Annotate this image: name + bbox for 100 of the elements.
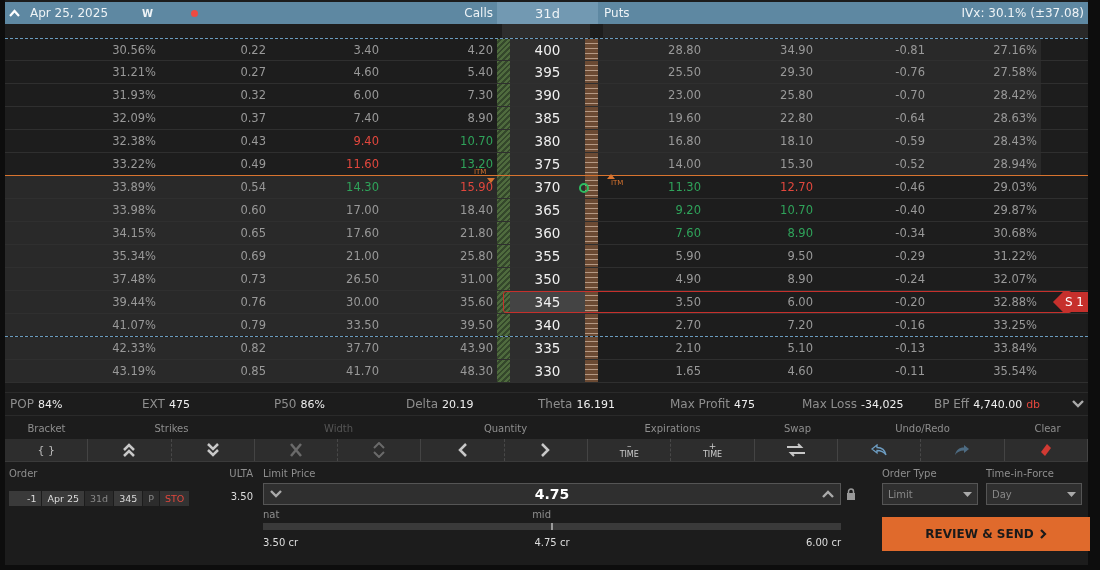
chevron-down-icon[interactable] xyxy=(1072,400,1084,408)
strike-cell[interactable]: 330 xyxy=(510,360,585,382)
call-strip xyxy=(497,107,510,129)
put-cell: 25.50 xyxy=(668,66,701,78)
put-cell: 32.88% xyxy=(993,296,1037,308)
order-leg-chip: -1 xyxy=(9,491,42,506)
call-cell: 32.09% xyxy=(112,112,156,124)
put-cell: 33.25% xyxy=(993,319,1037,331)
ruler-strip xyxy=(585,130,598,152)
ruler-strip xyxy=(585,61,598,83)
stat-value: 16.191 xyxy=(576,398,615,411)
far-price: 6.00 cr xyxy=(805,537,841,548)
put-cell: 18.10 xyxy=(780,135,813,147)
stat-value: 20.19 xyxy=(442,398,474,411)
strike-cell[interactable]: 390 xyxy=(510,84,585,106)
call-cell: 4.20 xyxy=(467,43,493,56)
put-cell: 8.90 xyxy=(787,273,813,285)
ruler-strip xyxy=(585,360,598,382)
put-cell: 10.70 xyxy=(780,204,813,216)
put-cell: 34.90 xyxy=(780,43,813,56)
order-label: Order xyxy=(9,468,39,479)
lock-icon[interactable] xyxy=(846,488,856,500)
call-strip xyxy=(497,61,510,83)
put-cell: -0.34 xyxy=(895,227,925,239)
strike-cell[interactable]: 380 xyxy=(510,130,585,152)
days-to-expiration: 31d xyxy=(535,5,560,21)
chevron-down-icon[interactable] xyxy=(270,490,282,498)
put-cell: -0.24 xyxy=(895,273,925,285)
strike-cell[interactable]: 385 xyxy=(510,107,585,129)
put-cell: 25.80 xyxy=(780,89,813,101)
chevron-up-icon[interactable] xyxy=(822,490,834,498)
order-type-dropdown[interactable]: Limit xyxy=(882,483,978,505)
put-cell: 9.20 xyxy=(675,204,701,216)
call-cell: 31.93% xyxy=(112,89,156,101)
call-cell: 35.60 xyxy=(460,296,493,308)
limit-price-field[interactable]: 4.75 xyxy=(263,483,841,505)
stat-value: 84% xyxy=(37,398,63,411)
stat-label: Max Loss xyxy=(802,397,857,411)
strike-cell[interactable]: 370 xyxy=(510,176,585,198)
strike-cell[interactable]: 375 xyxy=(510,153,585,175)
put-cell: 32.07% xyxy=(993,273,1037,285)
call-cell: 0.76 xyxy=(240,296,266,308)
call-cell: 0.69 xyxy=(240,250,266,262)
put-cell: 28.80 xyxy=(668,43,701,56)
strike-cell[interactable]: 360 xyxy=(510,222,585,244)
price-slider[interactable] xyxy=(263,523,841,530)
strike-cell[interactable]: 345 xyxy=(510,291,585,313)
call-cell: 0.65 xyxy=(240,227,266,239)
call-strip xyxy=(497,245,510,267)
chevron-left-icon xyxy=(458,443,468,457)
call-cell: 30.00 xyxy=(346,296,379,308)
toolbar-group-label: Swap xyxy=(783,421,812,436)
strike-cell[interactable]: 400 xyxy=(510,39,585,60)
call-cell: 5.40 xyxy=(467,66,493,78)
stat-value: 86% xyxy=(300,398,325,411)
call-cell: 0.37 xyxy=(240,112,266,124)
call-cell: 7.40 xyxy=(353,112,379,124)
stat-value: -34,025 xyxy=(860,398,904,411)
strike-cell[interactable]: 350 xyxy=(510,268,585,290)
put-cell: -0.52 xyxy=(895,158,925,170)
strike-cell[interactable]: 395 xyxy=(510,61,585,83)
put-cell: -0.46 xyxy=(895,181,925,193)
call-cell: 42.33% xyxy=(112,342,156,354)
ruler-strip xyxy=(585,314,598,336)
undo-icon xyxy=(871,444,888,456)
toolbar-group-label: Bracket xyxy=(26,421,67,436)
call-strip xyxy=(497,130,510,152)
ruler-strip xyxy=(585,107,598,129)
put-cell: 14.00 xyxy=(668,158,701,170)
call-cell: 21.80 xyxy=(460,227,493,239)
time-in-force-dropdown[interactable]: Day xyxy=(986,483,1082,505)
stat-label: Delta xyxy=(406,397,438,411)
strike-cell[interactable]: 340 xyxy=(510,314,585,336)
stat-value: 475 xyxy=(168,398,190,411)
mid-label: mid xyxy=(532,509,551,520)
put-cell: 7.20 xyxy=(787,319,813,331)
stat-label: Max Profit xyxy=(670,397,730,411)
call-cell: 17.00 xyxy=(346,204,379,216)
call-cell: 7.30 xyxy=(467,89,493,101)
strike-cell[interactable]: 355 xyxy=(510,245,585,267)
call-cell: 33.50 xyxy=(346,319,379,331)
strike-cell[interactable]: 335 xyxy=(510,337,585,359)
call-cell: 33.89% xyxy=(112,181,156,193)
call-strip xyxy=(497,199,510,221)
put-cell: 4.60 xyxy=(787,365,813,377)
nat-price: 3.50 cr xyxy=(263,537,299,548)
call-cell: 0.22 xyxy=(240,43,266,56)
call-cell: 43.90 xyxy=(460,342,493,354)
call-cell: 0.27 xyxy=(240,66,266,78)
put-cell: 31.22% xyxy=(993,250,1037,262)
strike-cell[interactable]: 365 xyxy=(510,199,585,221)
put-cell: 15.30 xyxy=(780,158,813,170)
call-cell: 39.50 xyxy=(460,319,493,331)
puts-heading: Puts xyxy=(604,6,630,20)
toolbar-group-label: Expirations xyxy=(643,421,702,436)
review-and-send-button[interactable]: REVIEW & SEND xyxy=(882,517,1090,551)
put-cell: 6.00 xyxy=(787,296,813,308)
itm-arrow-icon xyxy=(607,174,615,179)
order-leg-chip: 31d xyxy=(85,491,114,506)
stat-value: 4,740.00 xyxy=(973,398,1023,411)
